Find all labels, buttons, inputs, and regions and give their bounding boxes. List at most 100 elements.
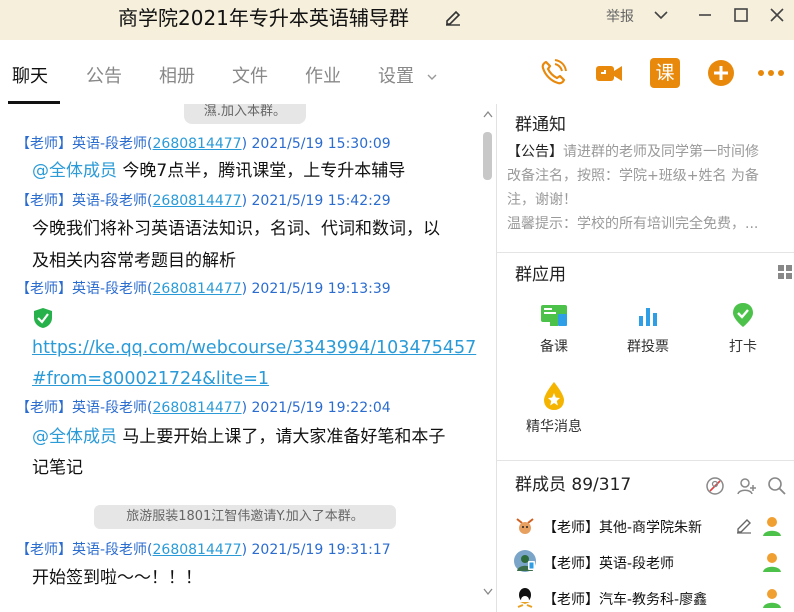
title-bar: 商学院2021年专升本英语辅导群 举报 — [0, 0, 794, 40]
tab-chat[interactable]: 聊天 — [12, 66, 48, 88]
app-label: 备课 — [540, 339, 568, 355]
divider — [497, 460, 794, 461]
message-meta: 【老师】英语-段老师(2680814477) 2021/5/19 15:42:2… — [16, 192, 391, 210]
minimize-icon[interactable] — [696, 6, 714, 24]
phone-icon[interactable] — [538, 58, 568, 88]
sender-tail: ) — [241, 542, 248, 558]
message-body: 今晚7点半，腾讯课堂，上专升本辅导 — [117, 161, 406, 181]
app-essence[interactable]: 精华消息 — [519, 380, 589, 436]
course-link[interactable]: https://ke.qq.com/webcourse/3343994/1034… — [32, 336, 478, 360]
tab-homework[interactable]: 作业 — [305, 66, 341, 88]
admin-role-icon — [763, 589, 781, 608]
message-text: @全体成员 今晚7点半，腾讯课堂，上专升本辅导 — [32, 159, 478, 183]
chat-scrollbar[interactable] — [479, 104, 496, 612]
sender-qq[interactable]: 2680814477 — [153, 136, 242, 152]
notice-line: 改备注名，按照：学院+班级+姓名 为备 — [507, 168, 759, 184]
message-meta: 【老师】英语-段老师(2680814477) 2021/5/19 19:13:3… — [16, 280, 391, 298]
sender-name[interactable]: 英语-段老师( — [72, 542, 153, 558]
sender-tail: ) — [241, 136, 248, 152]
add-app-icon[interactable] — [706, 58, 736, 88]
vote-icon — [639, 308, 657, 326]
app-vote[interactable]: 群投票 — [613, 300, 683, 356]
mention-all[interactable]: @全体成员 — [32, 161, 117, 181]
avatar — [514, 514, 536, 536]
group-title: 商学院2021年专升本英语辅导群 — [118, 6, 409, 30]
checkin-icon — [733, 303, 753, 327]
chevron-down-icon[interactable] — [652, 6, 670, 24]
message-time: 2021/5/19 19:22:04 — [251, 400, 391, 416]
app-checkin[interactable]: 打卡 — [708, 300, 778, 356]
course-link-cont[interactable]: #from=800021724&lite=1 — [32, 367, 478, 391]
mention-all[interactable]: @全体成员 — [32, 427, 117, 447]
message-meta: 【老师】英语-段老师(2680814477) 2021/5/19 19:31:1… — [16, 541, 391, 559]
sender-qq[interactable]: 2680814477 — [153, 400, 242, 416]
notice-tag: 【公告】 — [507, 144, 563, 160]
message-text-line: 及相关内容常考题目的解析 — [32, 251, 236, 271]
sender-name[interactable]: 英语-段老师( — [72, 193, 153, 209]
tab-announcement[interactable]: 公告 — [86, 66, 122, 88]
sender-qq[interactable]: 2680814477 — [153, 542, 242, 558]
sender-tail: ) — [241, 281, 248, 297]
edit-icon[interactable] — [735, 516, 753, 534]
search-icon[interactable] — [767, 476, 787, 496]
settings-chevron-icon[interactable] — [426, 71, 438, 83]
sender-role: 【老师】 — [16, 136, 72, 152]
sender-role: 【老师】 — [16, 542, 72, 558]
avatar — [514, 586, 536, 608]
notice-line: 温馨提示：学校的所有培训完全免费，... — [507, 216, 759, 232]
message-text: 开始签到啦～～！！！ — [32, 568, 202, 588]
scroll-up-icon[interactable] — [483, 110, 493, 118]
sender-tail: ) — [241, 193, 248, 209]
member-row[interactable]: 【老师】汽车-教务科-廖鑫 — [513, 583, 783, 612]
course-button[interactable]: 课 — [650, 58, 680, 88]
sender-name[interactable]: 英语-段老师( — [72, 400, 153, 416]
message-text-line: 今晚我们将补习英语语法知识，名词、代词和数词，以 — [32, 219, 440, 239]
report-button[interactable]: 举报 — [606, 6, 634, 26]
app-label: 打卡 — [729, 339, 757, 355]
video-call-icon[interactable] — [594, 58, 624, 88]
add-member-icon[interactable] — [737, 476, 757, 496]
member-row[interactable]: 【老师】英语-段老师 — [513, 547, 783, 577]
member-name: 【老师】英语-段老师 — [543, 556, 675, 572]
message-body: 马上要开始上课了，请大家准备好笔和本子 — [117, 427, 446, 447]
avatar — [514, 550, 536, 572]
sender-name[interactable]: 英语-段老师( — [72, 281, 153, 297]
edit-icon[interactable] — [444, 8, 462, 26]
message-text-line: 记笔记 — [32, 458, 83, 478]
sender-role: 【老师】 — [16, 281, 72, 297]
message-time: 2021/5/19 15:42:29 — [251, 193, 391, 209]
member-manage-icon[interactable] — [705, 476, 725, 496]
member-row[interactable]: 【老师】其他-商学院朱新 — [513, 511, 783, 541]
message-meta: 【老师】英语-段老师(2680814477) 2021/5/19 19:22:0… — [16, 399, 391, 417]
tab-bar: 聊天 公告 相册 文件 作业 设置 课 — [0, 40, 794, 104]
tab-files[interactable]: 文件 — [232, 66, 268, 88]
notice-line: 请进群的老师及同学第一时间修 — [563, 144, 759, 160]
more-icon[interactable] — [756, 58, 786, 88]
sender-name[interactable]: 英语-段老师( — [72, 136, 153, 152]
chat-area[interactable]: 濕.加入本群。 【老师】英语-段老师(2680814477) 2021/5/19… — [0, 104, 496, 612]
sender-qq[interactable]: 2680814477 — [153, 193, 242, 209]
message-time: 2021/5/19 19:13:39 — [251, 281, 391, 297]
app-lesson-prep[interactable]: 备课 — [519, 300, 589, 356]
sender-role: 【老师】 — [16, 193, 72, 209]
apps-title: 群应用 — [515, 265, 566, 285]
member-name: 【老师】其他-商学院朱新 — [543, 520, 703, 536]
sender-qq[interactable]: 2680814477 — [153, 281, 242, 297]
member-name: 【老师】汽车-教务科-廖鑫 — [543, 592, 708, 608]
message-time: 2021/5/19 15:30:09 — [251, 136, 391, 152]
close-icon[interactable] — [768, 6, 786, 24]
tab-settings[interactable]: 设置 — [378, 66, 414, 88]
grid-icon[interactable] — [777, 264, 793, 280]
sender-role: 【老师】 — [16, 400, 72, 416]
message-text-line: @全体成员 马上要开始上课了，请大家准备好笔和本子 — [32, 425, 478, 449]
notice-content[interactable]: 【公告】请进群的老师及同学第一时间修 改备注名，按照：学院+班级+姓名 为备 注… — [507, 140, 783, 236]
scroll-thumb[interactable] — [483, 132, 492, 180]
tab-album[interactable]: 相册 — [159, 66, 195, 88]
maximize-icon[interactable] — [732, 6, 750, 24]
scroll-down-icon[interactable] — [483, 588, 493, 596]
notice-title[interactable]: 群通知 — [515, 114, 566, 136]
essence-icon — [544, 382, 564, 410]
sender-tail: ) — [241, 400, 248, 416]
members-title[interactable]: 群成员 89/317 — [515, 474, 631, 496]
app-label: 群投票 — [627, 339, 669, 355]
